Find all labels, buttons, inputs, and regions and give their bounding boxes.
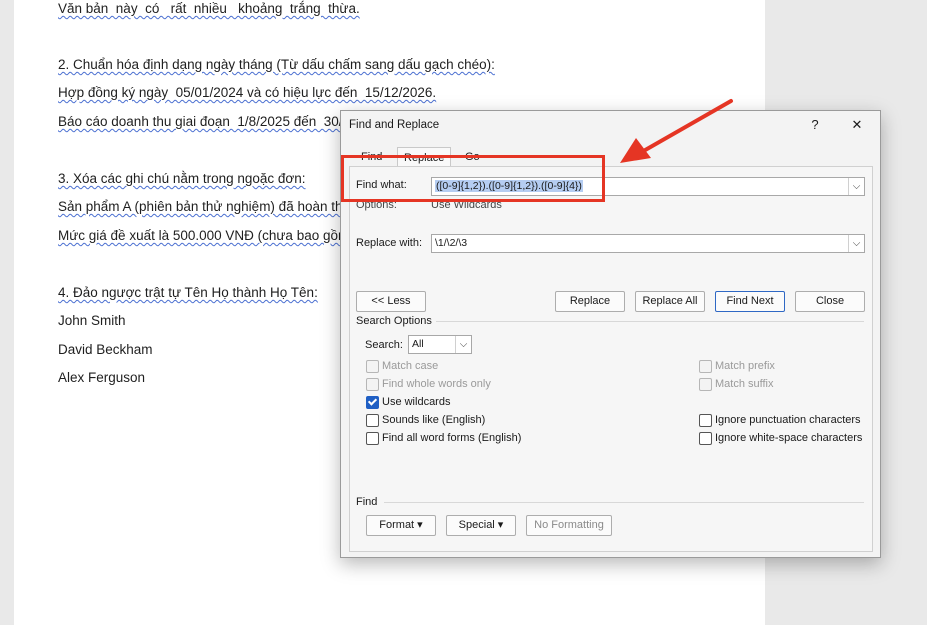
annotation-arrow-icon [620,99,733,163]
